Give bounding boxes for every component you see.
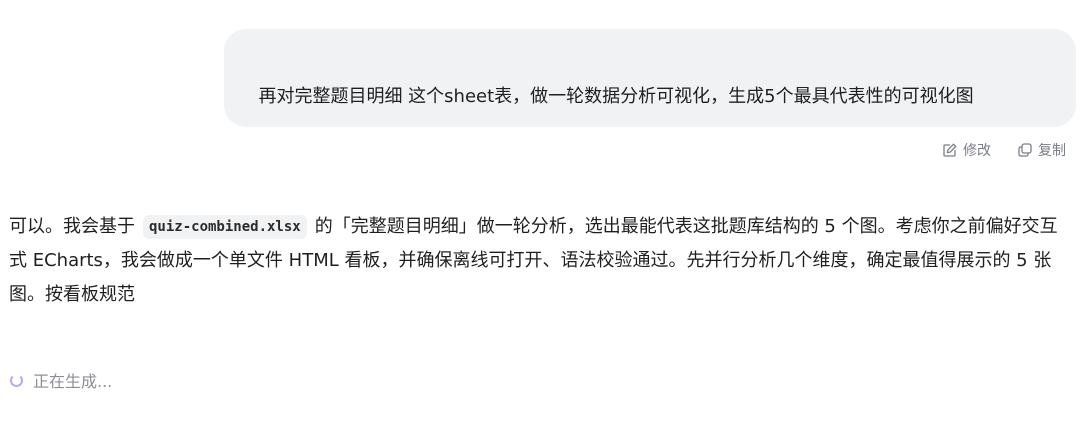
assistant-message: 可以。我会基于 quiz-combined.xlsx 的「完整题目明细」做一轮分析，… xyxy=(9,210,1069,312)
loading-spinner-icon xyxy=(10,373,23,387)
assistant-text-intro: 可以。我会基于 xyxy=(9,216,135,237)
edit-button[interactable]: 修改 xyxy=(942,140,991,160)
copy-icon xyxy=(1017,142,1033,158)
filename-code-chip: quiz-combined.xlsx xyxy=(143,215,307,239)
status-label: 正在生成... xyxy=(33,372,113,391)
user-message-bubble: 再对完整题目明细 这个sheet表，做一轮数据分析可视化，生成5个最具代表性的可… xyxy=(224,29,1076,127)
copy-label: 复制 xyxy=(1038,143,1066,159)
edit-icon xyxy=(942,142,958,158)
generating-status: 正在生成... xyxy=(10,369,112,391)
user-message-text: 再对完整题目明细 这个sheet表，做一轮数据分析可视化，生成5个最具代表性的可… xyxy=(258,86,974,107)
message-actions: 修改 复制 xyxy=(942,140,1066,160)
edit-label: 修改 xyxy=(963,143,991,159)
copy-button[interactable]: 复制 xyxy=(1017,140,1066,160)
